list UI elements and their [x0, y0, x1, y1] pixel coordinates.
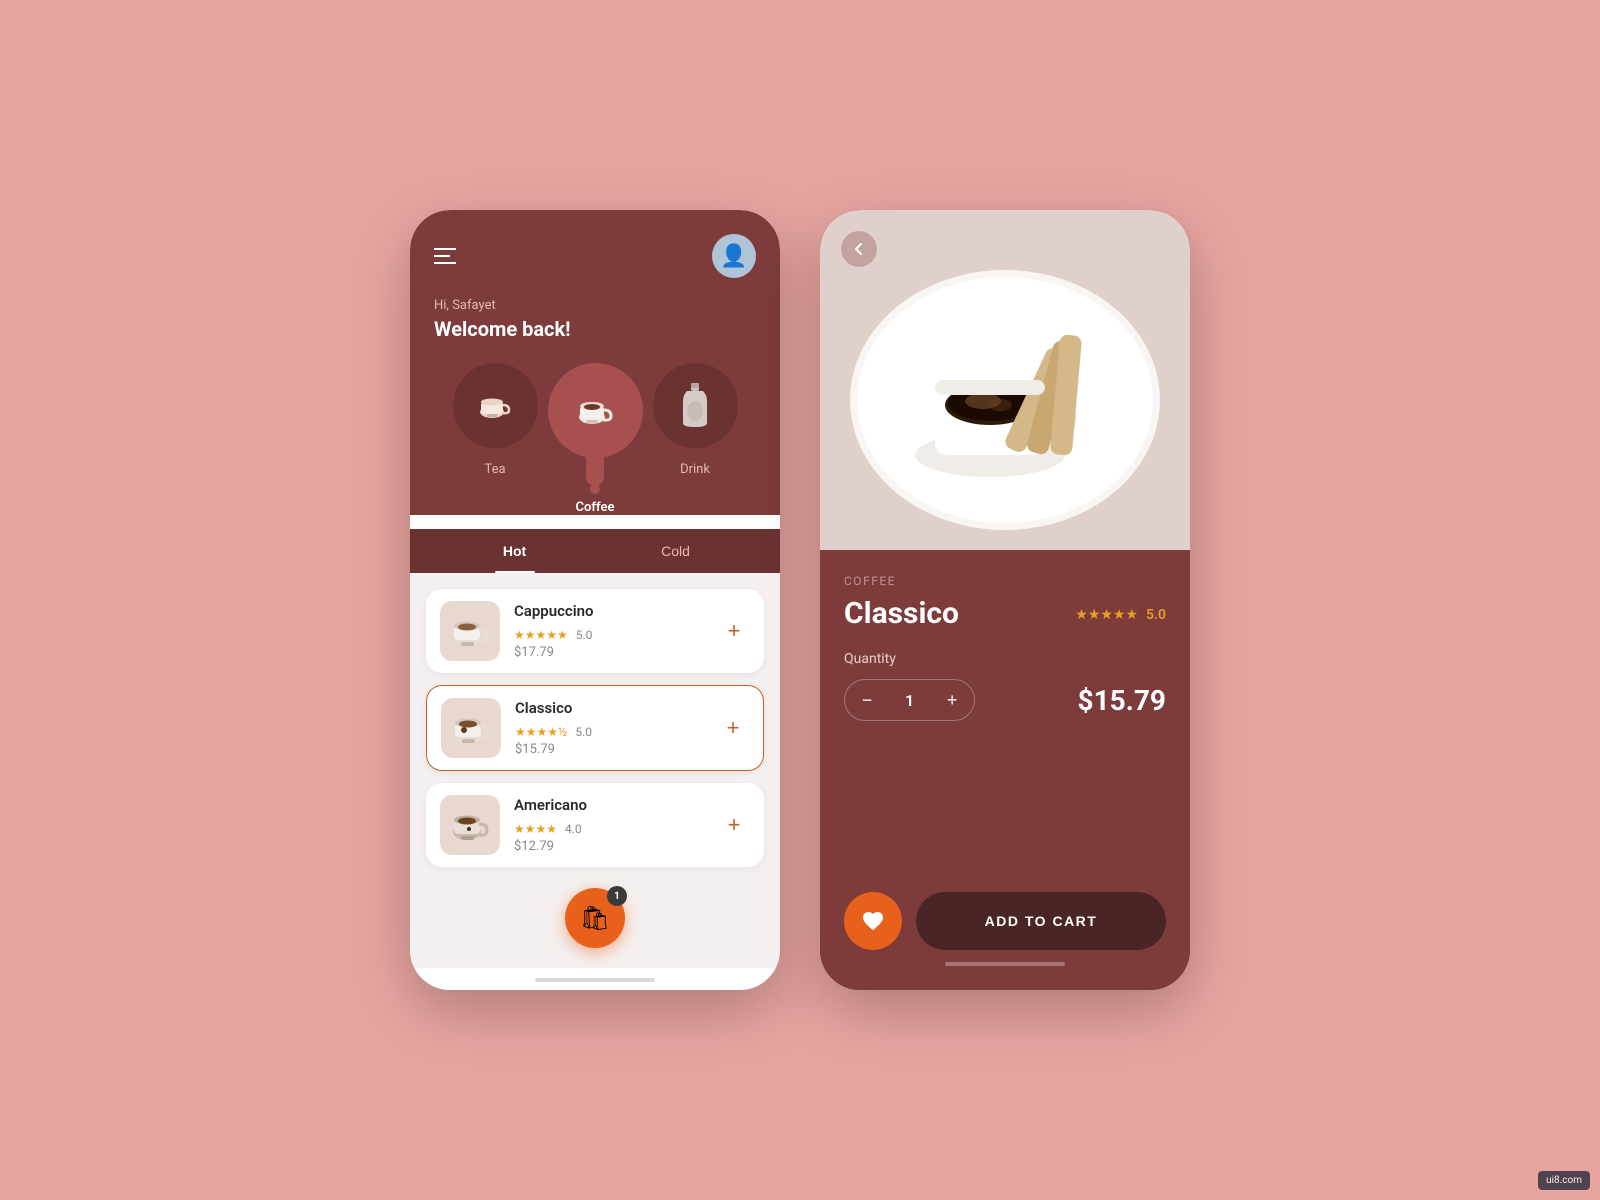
right-phone: COFFEE Classico ★★★★★ 5.0 Quantity − 1 +… [820, 210, 1190, 990]
detail-rating: 5.0 [1146, 607, 1166, 623]
category-drink[interactable]: Drink [653, 363, 738, 515]
favorite-button[interactable] [844, 892, 902, 950]
americano-image [440, 795, 500, 855]
quantity-value: 1 [889, 691, 930, 710]
detail-rating-row: ★★★★★ 5.0 [1075, 604, 1166, 623]
cappuccino-name: Cappuccino [514, 602, 718, 620]
menu-icon[interactable] [434, 248, 456, 264]
detail-coffee-visual [820, 210, 1190, 550]
coffee-drip [586, 456, 604, 486]
cappuccino-price: $17.79 [514, 645, 718, 660]
classico-name: Classico [515, 699, 717, 717]
classico-info: Classico ★★★★½ 5.0 $15.79 [515, 699, 717, 757]
cappuccino-stars: ★★★★★ [514, 628, 568, 642]
category-tea[interactable]: Tea [453, 363, 538, 515]
add-americano-button[interactable]: + [718, 809, 750, 841]
detail-price: $15.79 [1078, 684, 1166, 717]
tab-section: Hot Cold [410, 529, 780, 573]
coffee-card-americano[interactable]: Americano ★★★★ 4.0 $12.79 + [426, 783, 764, 867]
add-classico-button[interactable]: + [717, 712, 749, 744]
americano-rating: 4.0 [565, 822, 582, 836]
classico-rating: 5.0 [575, 725, 592, 739]
categories-row: Tea [434, 363, 756, 515]
detail-title-row: Classico ★★★★★ 5.0 [844, 596, 1166, 631]
classico-image [441, 698, 501, 758]
tea-label: Tea [484, 462, 505, 477]
add-to-cart-button[interactable]: ADD TO CART [916, 892, 1166, 950]
detail-stars: ★★★★★ [1075, 607, 1138, 623]
coffee-bubble [548, 363, 643, 458]
tea-bubble [453, 363, 538, 448]
greeting-sub: Hi, Safayet [434, 298, 756, 313]
cart-icon: 🛍 [580, 904, 610, 932]
coffee-drip-wrapper [548, 363, 643, 486]
watermark: ui8.com [1538, 1171, 1590, 1190]
home-indicator [535, 978, 655, 982]
americano-stars: ★★★★ [514, 822, 557, 836]
americano-price: $12.79 [514, 839, 718, 854]
classico-stars: ★★★★½ [515, 725, 567, 739]
greeting-main: Welcome back! [434, 317, 756, 341]
coffee-label: Coffee [576, 500, 615, 515]
americano-info: Americano ★★★★ 4.0 $12.79 [514, 796, 718, 854]
action-row: ADD TO CART [844, 892, 1166, 950]
add-cappuccino-button[interactable]: + [718, 615, 750, 647]
detail-bottom: COFFEE Classico ★★★★★ 5.0 Quantity − 1 +… [820, 550, 1190, 990]
cappuccino-image [440, 601, 500, 661]
quantity-label: Quantity [844, 651, 1166, 667]
drink-bubble [653, 363, 738, 448]
list-section: Cappuccino ★★★★★ 5.0 $17.79 + [410, 573, 780, 968]
tab-cold[interactable]: Cold [595, 529, 756, 573]
detail-title: Classico [844, 596, 959, 631]
category-coffee[interactable]: Coffee [548, 363, 643, 515]
coffee-card-classico[interactable]: Classico ★★★★½ 5.0 $15.79 + [426, 685, 764, 771]
cappuccino-info: Cappuccino ★★★★★ 5.0 $17.79 [514, 602, 718, 660]
top-section: 👤 Hi, Safayet Welcome back! Tea [410, 210, 780, 515]
coffee-card-cappuccino[interactable]: Cappuccino ★★★★★ 5.0 $17.79 + [426, 589, 764, 673]
classico-price: $15.79 [515, 742, 717, 757]
cart-fab[interactable]: 🛍 1 [565, 888, 625, 948]
home-indicator-right [945, 962, 1065, 966]
avatar[interactable]: 👤 [712, 234, 756, 278]
left-phone: 👤 Hi, Safayet Welcome back! Tea [410, 210, 780, 990]
cappuccino-rating-row: ★★★★★ 5.0 [514, 624, 718, 643]
back-button[interactable] [840, 230, 878, 268]
drink-label: Drink [680, 462, 710, 477]
quantity-control: − 1 + [844, 679, 975, 721]
americano-name: Americano [514, 796, 718, 814]
detail-image-area [820, 210, 1190, 550]
quantity-row: − 1 + $15.79 [844, 679, 1166, 721]
cappuccino-rating: 5.0 [576, 628, 593, 642]
cart-badge: 1 [607, 886, 627, 906]
classico-rating-row: ★★★★½ 5.0 [515, 721, 717, 740]
quantity-decrease-button[interactable]: − [845, 680, 889, 720]
header-row: 👤 [434, 234, 756, 278]
detail-category: COFFEE [844, 574, 1166, 588]
tab-hot[interactable]: Hot [434, 529, 595, 573]
americano-rating-row: ★★★★ 4.0 [514, 818, 718, 837]
quantity-increase-button[interactable]: + [930, 680, 974, 720]
